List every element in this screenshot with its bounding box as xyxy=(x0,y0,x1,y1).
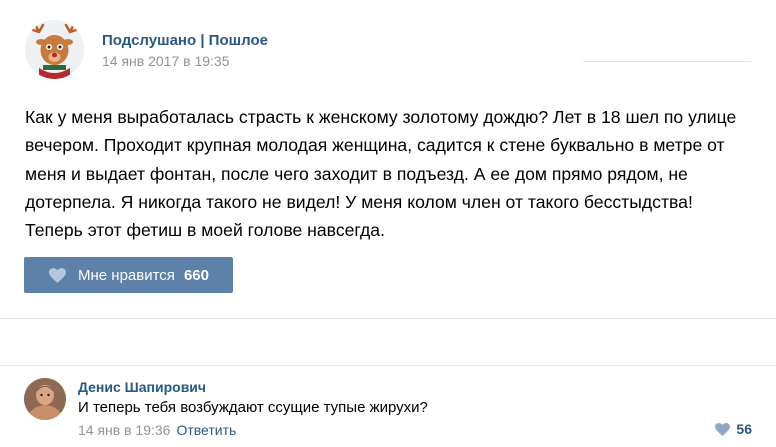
comment-avatar[interactable] xyxy=(24,378,66,420)
like-count: 660 xyxy=(183,266,209,284)
post-author-link[interactable]: Подслушано | Пошлое xyxy=(102,32,268,49)
comment-meta: 14 янв в 19:36 Ответить xyxy=(78,422,236,438)
comment-date[interactable]: 14 янв в 19:36 xyxy=(78,422,170,438)
comment-author-link[interactable]: Денис Шапирович xyxy=(78,379,206,395)
header-divider xyxy=(583,61,751,62)
reply-link[interactable]: Ответить xyxy=(176,422,236,438)
reindeer-avatar-icon xyxy=(25,20,84,79)
comment: Денис Шапирович И теперь тебя возбуждают… xyxy=(0,365,776,447)
post: Подслушано | Пошлое 14 янв 2017 в 19:35 … xyxy=(0,0,776,320)
post-date[interactable]: 14 янв 2017 в 19:35 xyxy=(102,53,230,69)
like-label: Мне нравится xyxy=(78,266,175,284)
user-photo-icon xyxy=(24,378,66,420)
comment-like-button[interactable]: 56 xyxy=(715,421,752,437)
post-text: Как у меня выработалась страсть к женско… xyxy=(25,107,737,241)
like-button[interactable]: Мне нравится 660 xyxy=(24,257,233,293)
heart-icon xyxy=(715,422,731,436)
group-avatar[interactable] xyxy=(25,20,84,79)
heart-icon xyxy=(49,267,66,283)
comment-text: И теперь тебя возбуждают ссущие тупые жи… xyxy=(78,399,428,416)
comment-separator xyxy=(0,365,776,366)
post-divider xyxy=(0,318,776,319)
comment-like-count: 56 xyxy=(736,421,752,437)
